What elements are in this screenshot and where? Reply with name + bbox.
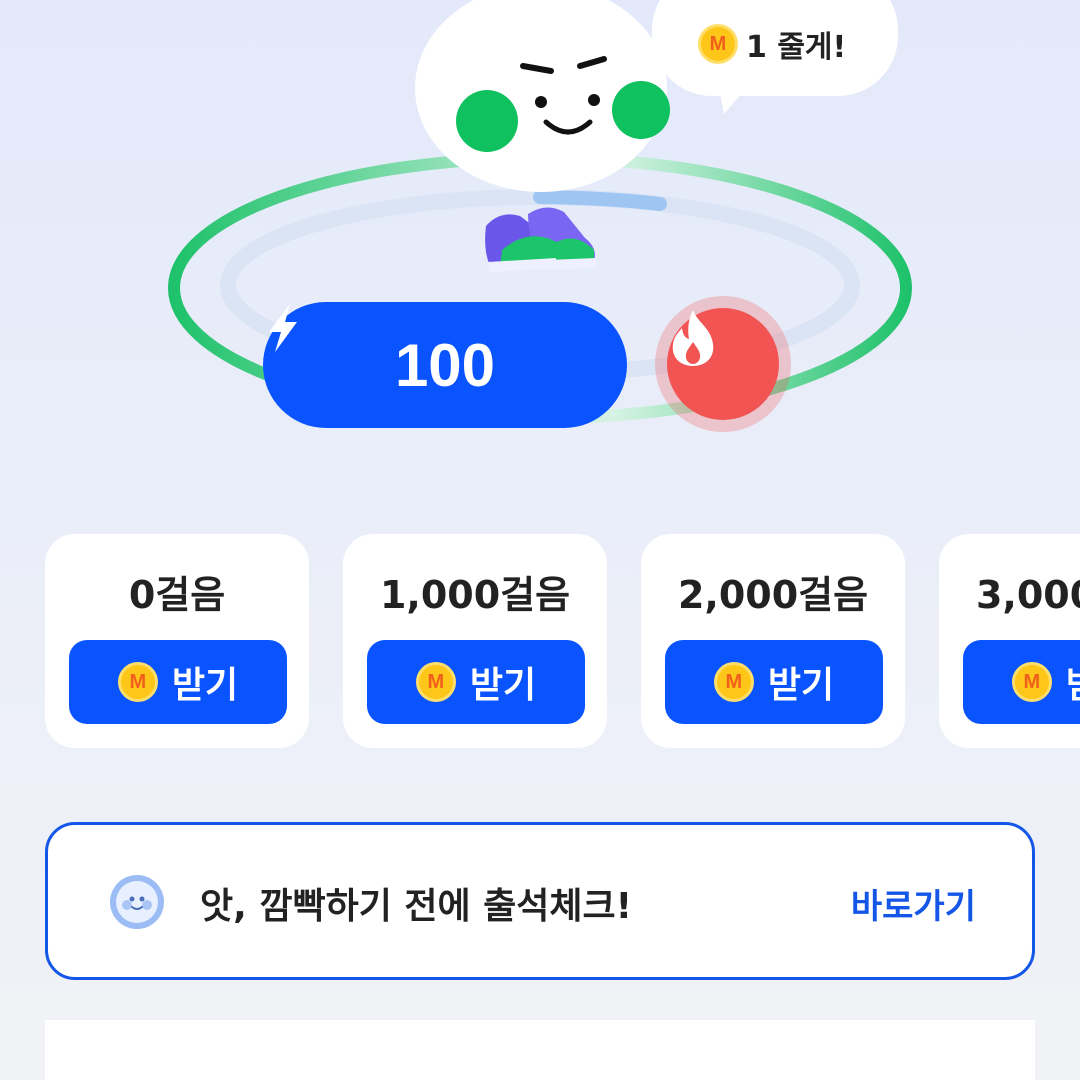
reward-card: 0걸음 M 받기 xyxy=(45,534,309,748)
claim-button-label: 받기 xyxy=(469,665,537,706)
speech-bubble-tail xyxy=(718,84,750,114)
coin-icon: M xyxy=(698,24,738,64)
coin-icon: M xyxy=(713,662,754,702)
coin-icon: M xyxy=(415,662,456,702)
fire-button-inner xyxy=(667,308,779,420)
progress-arc xyxy=(533,190,667,211)
reward-card: 2,000걸음 M 받기 xyxy=(641,534,905,748)
sun-mascot-icon xyxy=(110,875,164,929)
walking-hero: M 1 줄게! 100 xyxy=(0,0,1080,470)
reward-card-steps: 0걸음 xyxy=(128,573,226,617)
claim-reward-button[interactable]: M 받기 xyxy=(69,640,287,724)
coin-icon: M xyxy=(1011,662,1052,702)
claim-reward-button[interactable]: M 받기 xyxy=(665,640,883,724)
bottom-panel xyxy=(45,1020,1035,1080)
fire-button[interactable] xyxy=(655,296,791,432)
speech-bubble-message: M 1 줄게! xyxy=(698,24,847,65)
energy-button[interactable]: 100 xyxy=(263,302,627,428)
claim-reward-button[interactable]: M 받기 xyxy=(367,640,585,724)
flame-icon xyxy=(672,310,714,366)
lightning-bolt-icon xyxy=(269,304,297,352)
reward-card-steps: 1,000걸음 xyxy=(379,573,571,617)
go-now-link[interactable]: 바로가기 xyxy=(851,879,976,928)
claim-reward-button[interactable]: M 받기 xyxy=(963,640,1080,724)
sneakers-icon xyxy=(485,207,596,272)
step-reward-cards: 0걸음 M 받기 1,000걸음 M 받기 2,000걸음 M 받기 3,000… xyxy=(0,534,1080,748)
claim-button-label: 받기 xyxy=(1066,656,1080,708)
coin-icon: M xyxy=(117,662,158,702)
reward-card: 1,000걸음 M 받기 xyxy=(343,534,607,748)
attendance-banner-text: 앗, 깜빡하기 전에 출석체크! xyxy=(200,886,633,927)
energy-value: 100 xyxy=(394,331,496,399)
reward-card-steps: 2,000걸음 xyxy=(677,573,869,617)
reward-card-steps: 3,000걸음 xyxy=(975,573,1080,617)
claim-button-label: 받기 xyxy=(171,665,239,706)
speech-bubble-text: 1 줄게! xyxy=(746,30,847,65)
reward-card: 3,000걸음 M 받기 xyxy=(939,534,1080,748)
claim-button-label: 받기 xyxy=(767,665,835,706)
attendance-check-banner[interactable]: 앗, 깜빡하기 전에 출석체크! 바로가기 xyxy=(45,822,1035,980)
